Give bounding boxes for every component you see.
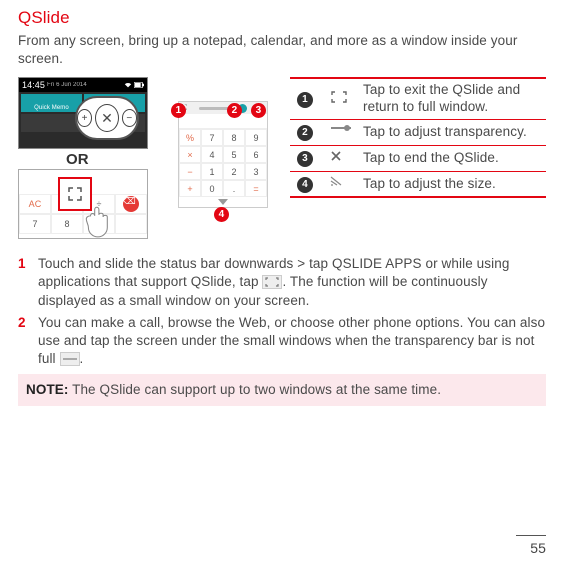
calc-key: 0 bbox=[83, 214, 115, 234]
calc-key: 3 bbox=[245, 163, 267, 180]
legend-row: 2 Tap to adjust transparency. bbox=[290, 119, 546, 145]
step-number: 1 bbox=[18, 255, 30, 310]
legend-row: 4 Tap to adjust the size. bbox=[290, 171, 546, 197]
maximize-icon bbox=[67, 186, 83, 202]
legend-text: Tap to end the QSlide. bbox=[358, 145, 546, 171]
calc-key: 4 bbox=[201, 146, 223, 163]
legend-row: 3 Tap to end the QSlide. bbox=[290, 145, 546, 171]
plus-icon: + bbox=[77, 109, 92, 127]
calc-key: 7 bbox=[19, 214, 51, 234]
steps-list: 1 Touch and slide the status bar downwar… bbox=[18, 255, 546, 368]
legend-text: Tap to exit the QSlide and return to ful… bbox=[358, 78, 546, 119]
calc-key: 6 bbox=[245, 146, 267, 163]
step-number: 2 bbox=[18, 314, 30, 369]
calc-key: . bbox=[223, 180, 245, 197]
slider-icon bbox=[329, 123, 349, 137]
step-text: You can make a call, browse the Web, or … bbox=[38, 314, 546, 369]
calc-key: 1 bbox=[201, 163, 223, 180]
calc-key: = bbox=[245, 180, 267, 197]
calc-key: 0 bbox=[201, 180, 223, 197]
calc-key: 9 bbox=[245, 129, 267, 146]
legend-badge: 4 bbox=[297, 177, 313, 193]
calc-key-ac: AC bbox=[19, 194, 51, 214]
calc-key: + bbox=[179, 180, 201, 197]
calc-key: 8 bbox=[223, 129, 245, 146]
step-text: Touch and slide the status bar downwards… bbox=[38, 255, 546, 310]
callout-badge-1: 1 bbox=[171, 103, 186, 118]
legend-text: Tap to adjust the size. bbox=[358, 171, 546, 197]
maximize-highlight bbox=[58, 177, 92, 211]
status-bar: 14:45 Fri 6 Jun 2014 bbox=[19, 78, 147, 92]
callout-badge-4: 4 bbox=[214, 207, 229, 222]
callout-badge-3: 3 bbox=[251, 103, 266, 118]
close-icon: ✕ bbox=[95, 104, 119, 132]
calc-key: × bbox=[179, 146, 201, 163]
battery-icon bbox=[134, 82, 144, 88]
triangle-down-icon bbox=[218, 199, 228, 205]
step-item: 1 Touch and slide the status bar downwar… bbox=[18, 255, 546, 310]
maximize-icon bbox=[329, 90, 349, 104]
legend-badge: 1 bbox=[297, 92, 313, 108]
legend-badge: 3 bbox=[297, 151, 313, 167]
zoom-bubble: + ✕ − bbox=[75, 96, 139, 140]
close-icon bbox=[329, 149, 349, 163]
legend-table: 1 Tap to exit the QSlide and return to f… bbox=[290, 77, 546, 198]
status-date: Fri 6 Jun 2014 bbox=[47, 78, 87, 92]
legend-text: Tap to adjust transparency. bbox=[358, 119, 546, 145]
page-number: 55 bbox=[530, 540, 546, 556]
resize-icon bbox=[329, 175, 349, 189]
calc-key: % bbox=[179, 129, 201, 146]
resize-handle bbox=[179, 197, 267, 207]
calc-key: 2 bbox=[223, 163, 245, 180]
calc-key: 5 bbox=[223, 146, 245, 163]
intro-text: From any screen, bring up a notepad, cal… bbox=[18, 32, 546, 67]
legend-badge: 2 bbox=[297, 125, 313, 141]
page-title: QSlide bbox=[18, 8, 546, 28]
note-box: NOTE: The QSlide can support up to two w… bbox=[18, 374, 546, 406]
callout-badge-2: 2 bbox=[227, 103, 242, 118]
figure-row: 14:45 Fri 6 Jun 2014 Quick Memo Wi-Fi bbox=[18, 73, 546, 239]
maximize-icon bbox=[262, 275, 282, 289]
calc-key: 8 bbox=[51, 214, 83, 234]
or-label: OR bbox=[66, 151, 89, 168]
qslide-tile: Quick Memo bbox=[21, 94, 82, 112]
calc-key bbox=[115, 214, 147, 234]
calc-key: 7 bbox=[201, 129, 223, 146]
wifi-icon bbox=[124, 81, 132, 89]
page-number-rule bbox=[516, 535, 546, 536]
step-text-b: . bbox=[80, 351, 84, 366]
note-text: The QSlide can support up to two windows… bbox=[69, 382, 442, 397]
figure-left: 14:45 Fri 6 Jun 2014 Quick Memo Wi-Fi bbox=[18, 73, 284, 239]
step-item: 2 You can make a call, browse the Web, o… bbox=[18, 314, 546, 369]
backspace-icon: ⌫ bbox=[123, 196, 139, 212]
slider-icon bbox=[60, 352, 80, 366]
note-label: NOTE: bbox=[26, 382, 69, 397]
minus-icon: − bbox=[122, 109, 137, 127]
calc-key: − bbox=[179, 163, 201, 180]
calc-key-op: ⌫ bbox=[115, 194, 147, 214]
step-text-a: You can make a call, browse the Web, or … bbox=[38, 315, 545, 366]
screenshot-notification-panel: 14:45 Fri 6 Jun 2014 Quick Memo Wi-Fi bbox=[18, 77, 148, 149]
status-time: 14:45 bbox=[22, 78, 45, 92]
qslide-tile bbox=[21, 114, 82, 132]
legend-row: 1 Tap to exit the QSlide and return to f… bbox=[290, 78, 546, 119]
